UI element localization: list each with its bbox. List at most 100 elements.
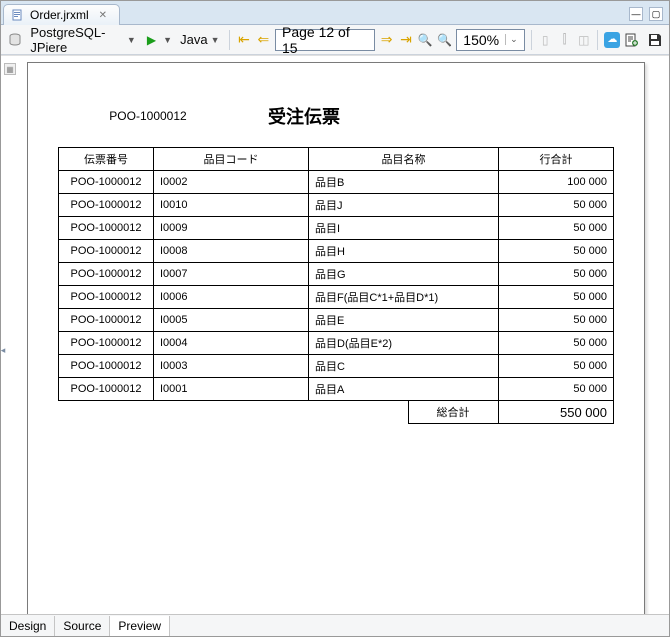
datasource-dropdown[interactable]: PostgreSQL-JPiere ▼ <box>26 23 140 57</box>
editor-tabbar: Order.jrxml ✕ — ▢ <box>1 1 669 25</box>
close-icon[interactable]: ✕ <box>99 10 109 20</box>
cell-name: 品目G <box>309 263 499 286</box>
datasource-label: PostgreSQL-JPiere <box>30 25 124 55</box>
cell-amount: 50 000 <box>499 378 614 401</box>
cell-name: 品目J <box>309 194 499 217</box>
separator <box>531 30 532 50</box>
maximize-pane-button[interactable]: ▢ <box>649 7 663 21</box>
cell-slip: POO-1000012 <box>59 286 154 309</box>
cell-slip: POO-1000012 <box>59 355 154 378</box>
report-total-table: 総合計 550 000 <box>58 400 614 424</box>
cell-amount: 50 000 <box>499 355 614 378</box>
cell-code: I0009 <box>154 217 309 240</box>
cell-name: 品目H <box>309 240 499 263</box>
table-header-row: 伝票番号 品目コード 品目名称 行合計 <box>59 148 614 171</box>
page-indicator-text: Page 12 of 15 <box>282 24 368 56</box>
header-name: 品目名称 <box>309 148 499 171</box>
table-row: POO-1000012I0001品目A50 000 <box>59 378 614 401</box>
cell-slip: POO-1000012 <box>59 263 154 286</box>
prev-page-button[interactable]: ⇐ <box>256 31 271 49</box>
file-tab-label: Order.jrxml <box>30 8 89 22</box>
cell-slip: POO-1000012 <box>59 378 154 401</box>
cell-slip: POO-1000012 <box>59 332 154 355</box>
cell-amount: 50 000 <box>499 309 614 332</box>
table-row: POO-1000012I0003品目C50 000 <box>59 355 614 378</box>
header-slip: 伝票番号 <box>59 148 154 171</box>
page-indicator-field[interactable]: Page 12 of 15 <box>275 29 375 51</box>
save-button[interactable] <box>648 31 663 49</box>
cell-code: I0003 <box>154 355 309 378</box>
table-row: POO-1000012I0008品目H50 000 <box>59 240 614 263</box>
cell-amount: 100 000 <box>499 171 614 194</box>
tab-design[interactable]: Design <box>1 616 55 636</box>
header-code: 品目コード <box>154 148 309 171</box>
actual-size-button[interactable]: ◫ <box>576 31 591 49</box>
total-row: 総合計 550 000 <box>58 401 614 424</box>
page-thumb-icon[interactable]: ▦ <box>4 63 16 75</box>
pane-controls: — ▢ <box>623 4 669 24</box>
file-tab-order[interactable]: Order.jrxml ✕ <box>3 4 120 25</box>
export-button[interactable] <box>624 31 639 49</box>
run-menu-dropdown[interactable]: ▼ <box>163 35 172 45</box>
table-row: POO-1000012I0004品目D(品目E*2)50 000 <box>59 332 614 355</box>
fit-page-button[interactable]: ▯ <box>538 31 553 49</box>
preview-canvas[interactable]: ▦ ◂ POO-1000012 受注伝票 伝票番号 品目コード 品目名称 行合計… <box>1 55 669 614</box>
cell-name: 品目D(品目E*2) <box>309 332 499 355</box>
zoom-in-button[interactable]: 🔍 <box>418 31 433 49</box>
run-button[interactable]: ▶ <box>144 31 159 49</box>
bottom-tabbar: Design Source Preview <box>1 614 669 636</box>
minimize-pane-button[interactable]: — <box>629 7 643 21</box>
next-page-button[interactable]: ⇒ <box>379 31 394 49</box>
chevron-down-icon: ▼ <box>211 35 220 45</box>
report-page: POO-1000012 受注伝票 伝票番号 品目コード 品目名称 行合計 POO… <box>27 62 645 614</box>
cell-code: I0001 <box>154 378 309 401</box>
table-row: POO-1000012I0006品目F(品目C*1+品目D*1)50 000 <box>59 286 614 309</box>
cell-amount: 50 000 <box>499 194 614 217</box>
cell-slip: POO-1000012 <box>59 194 154 217</box>
cell-name: 品目B <box>309 171 499 194</box>
table-row: POO-1000012I0010品目J50 000 <box>59 194 614 217</box>
editor-window: Order.jrxml ✕ — ▢ PostgreSQL-JPiere ▼ ▶ … <box>0 0 670 637</box>
table-row: POO-1000012I0007品目G50 000 <box>59 263 614 286</box>
cell-amount: 50 000 <box>499 217 614 240</box>
cloud-icon: ☁ <box>604 32 620 48</box>
preview-toolbar: PostgreSQL-JPiere ▼ ▶ ▼ Java ▼ ⇤ ⇐ Page … <box>1 25 669 55</box>
table-row: POO-1000012I0005品目E50 000 <box>59 309 614 332</box>
cell-amount: 50 000 <box>499 263 614 286</box>
report-header: POO-1000012 受注伝票 <box>58 103 614 129</box>
tab-preview[interactable]: Preview <box>110 616 170 636</box>
language-dropdown[interactable]: Java ▼ <box>176 30 223 49</box>
zoom-value: 150% <box>463 32 499 48</box>
separator <box>597 30 598 50</box>
cell-code: I0010 <box>154 194 309 217</box>
cell-slip: POO-1000012 <box>59 240 154 263</box>
cell-code: I0006 <box>154 286 309 309</box>
cell-name: 品目F(品目C*1+品目D*1) <box>309 286 499 309</box>
report-doc-number: POO-1000012 <box>58 109 238 123</box>
cell-slip: POO-1000012 <box>59 217 154 240</box>
fit-width-button[interactable]: ⫿ <box>557 31 572 49</box>
cell-code: I0005 <box>154 309 309 332</box>
cell-name: 品目C <box>309 355 499 378</box>
report-title: 受注伝票 <box>238 103 614 129</box>
cell-code: I0004 <box>154 332 309 355</box>
first-page-button[interactable]: ⇤ <box>236 31 251 49</box>
datasource-icon <box>7 31 22 49</box>
cell-code: I0002 <box>154 171 309 194</box>
cell-amount: 50 000 <box>499 332 614 355</box>
report-file-icon <box>12 9 24 21</box>
chevron-down-icon: ⌄ <box>505 34 522 45</box>
header-amount: 行合計 <box>499 148 614 171</box>
cell-slip: POO-1000012 <box>59 309 154 332</box>
left-gutter-handle[interactable]: ◂ <box>1 335 6 365</box>
total-label: 総合計 <box>408 401 498 424</box>
report-table: 伝票番号 品目コード 品目名称 行合計 POO-1000012I0002品目B1… <box>58 147 614 401</box>
publish-button[interactable]: ☁ <box>604 31 620 49</box>
total-value: 550 000 <box>498 401 614 424</box>
last-page-button[interactable]: ⇥ <box>398 31 413 49</box>
table-row: POO-1000012I0009品目I50 000 <box>59 217 614 240</box>
zoom-out-button[interactable]: 🔍 <box>437 31 452 49</box>
tab-source[interactable]: Source <box>55 616 110 636</box>
cell-name: 品目E <box>309 309 499 332</box>
zoom-select[interactable]: 150% ⌄ <box>456 29 524 51</box>
